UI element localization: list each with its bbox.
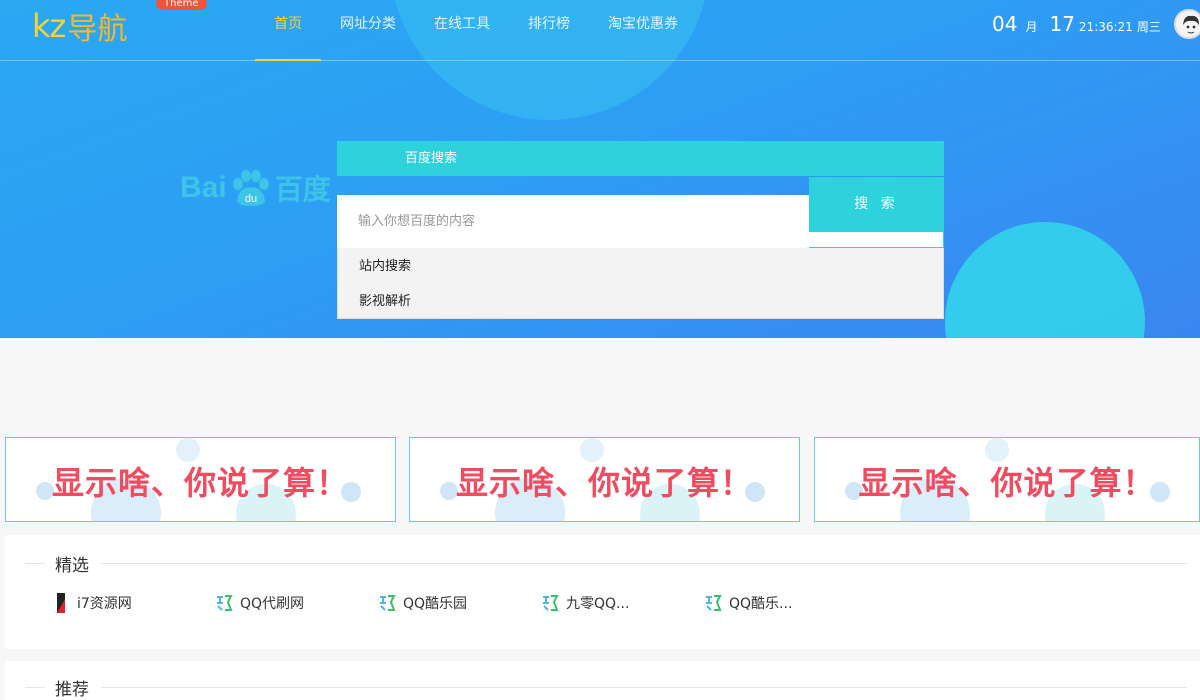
main-nav: 首页 网址分类 在线工具 排行榜 淘宝优惠券 (255, 0, 697, 61)
banner-text: 显示啥、你说了算！ (51, 464, 349, 502)
ku-logo-icon (214, 593, 234, 613)
date-time-display: 04 月 17 21:36:21 周三 (992, 12, 1161, 36)
section-header: 精选 (25, 553, 1200, 576)
ad-banner[interactable]: 显示啥、你说了算！ (409, 437, 800, 522)
weekday: 周三 (1136, 20, 1161, 34)
baidu-paw-icon: du (232, 170, 269, 206)
top-header: kz 导航 Theme 首页 网址分类 在线工具 排行榜 淘宝优惠券 04 月 … (0, 0, 1200, 61)
search-engine-tabs: 百度搜索 (337, 141, 944, 176)
section-header: 推荐 (25, 677, 1200, 700)
site-link-qq-kuleyuan[interactable]: QQ酷乐园 (331, 593, 494, 613)
site-link-label: QQ代刷网 (240, 596, 305, 612)
section-featured: 精选 i7资源网 QQ代刷网 QQ酷乐园 九零QQ... QQ酷乐... (5, 535, 1200, 649)
search-dropdown: 站内搜索 影视解析 (337, 248, 944, 319)
section-recommended: 推荐 (5, 661, 1200, 700)
banner-text: 显示啥、你说了算！ (858, 464, 1156, 502)
site-link-label: QQ酷乐... (729, 596, 793, 612)
date-day: 17 (1049, 12, 1075, 36)
tab-baidu-search[interactable]: 百度搜索 (405, 141, 457, 176)
nav-item-coupons[interactable]: 淘宝优惠券 (589, 0, 697, 61)
link-list: i7资源网 QQ代刷网 QQ酷乐园 九零QQ... QQ酷乐... (5, 593, 820, 613)
i7-logo-icon (51, 593, 71, 613)
nav-item-categories[interactable]: 网址分类 (321, 0, 415, 61)
site-link-label: i7资源网 (77, 596, 132, 612)
ad-banner[interactable]: 显示啥、你说了算！ (814, 437, 1200, 522)
date-month: 04 (992, 12, 1018, 36)
search-input[interactable] (337, 195, 809, 248)
baidu-logo: Bai du 百度 (180, 168, 331, 208)
date-month-unit: 月 (1025, 20, 1038, 34)
logo-latin: kz (32, 7, 66, 45)
section-title: 精选 (55, 555, 89, 576)
baidu-logo-du: du (245, 193, 257, 205)
divider (25, 686, 45, 688)
divider (101, 686, 1187, 688)
theme-badge: Theme (156, 0, 207, 10)
site-link-i7[interactable]: i7资源网 (5, 593, 168, 613)
dropdown-option-video-parse[interactable]: 影视解析 (338, 283, 943, 318)
clock-time: 21:36:21 (1078, 20, 1133, 34)
nav-item-tools[interactable]: 在线工具 (415, 0, 509, 61)
baidu-logo-cn: 百度 (274, 173, 331, 206)
divider (25, 562, 45, 564)
ku-logo-icon (377, 593, 397, 613)
search-box-edge (809, 232, 944, 248)
logo-cn: 导航 (67, 12, 128, 47)
nav-item-ranking[interactable]: 排行榜 (509, 0, 589, 61)
site-link-qq-daishua[interactable]: QQ代刷网 (168, 593, 331, 613)
site-link-label: 九零QQ... (566, 596, 630, 612)
banner-text: 显示啥、你说了算！ (455, 464, 753, 502)
site-logo[interactable]: kz 导航 Theme (32, 0, 207, 47)
site-link-qq-kule[interactable]: QQ酷乐... (657, 593, 820, 613)
baidu-logo-latin: Bai (180, 171, 227, 204)
section-title: 推荐 (55, 679, 89, 700)
site-link-label: QQ酷乐园 (403, 596, 468, 612)
decorative-bubble (945, 222, 1145, 338)
ku-logo-icon (703, 593, 723, 613)
site-link-jiuling-qq[interactable]: 九零QQ... (494, 593, 657, 613)
ad-banner[interactable]: 显示啥、你说了算！ (5, 437, 396, 522)
avatar[interactable] (1174, 9, 1200, 39)
divider (101, 562, 1187, 564)
user-avatar-icon (1176, 11, 1200, 37)
search-button[interactable]: 搜 索 (809, 177, 944, 232)
nav-item-home[interactable]: 首页 (255, 0, 321, 61)
dropdown-option-site-search[interactable]: 站内搜索 (338, 248, 943, 283)
ku-logo-icon (540, 593, 560, 613)
